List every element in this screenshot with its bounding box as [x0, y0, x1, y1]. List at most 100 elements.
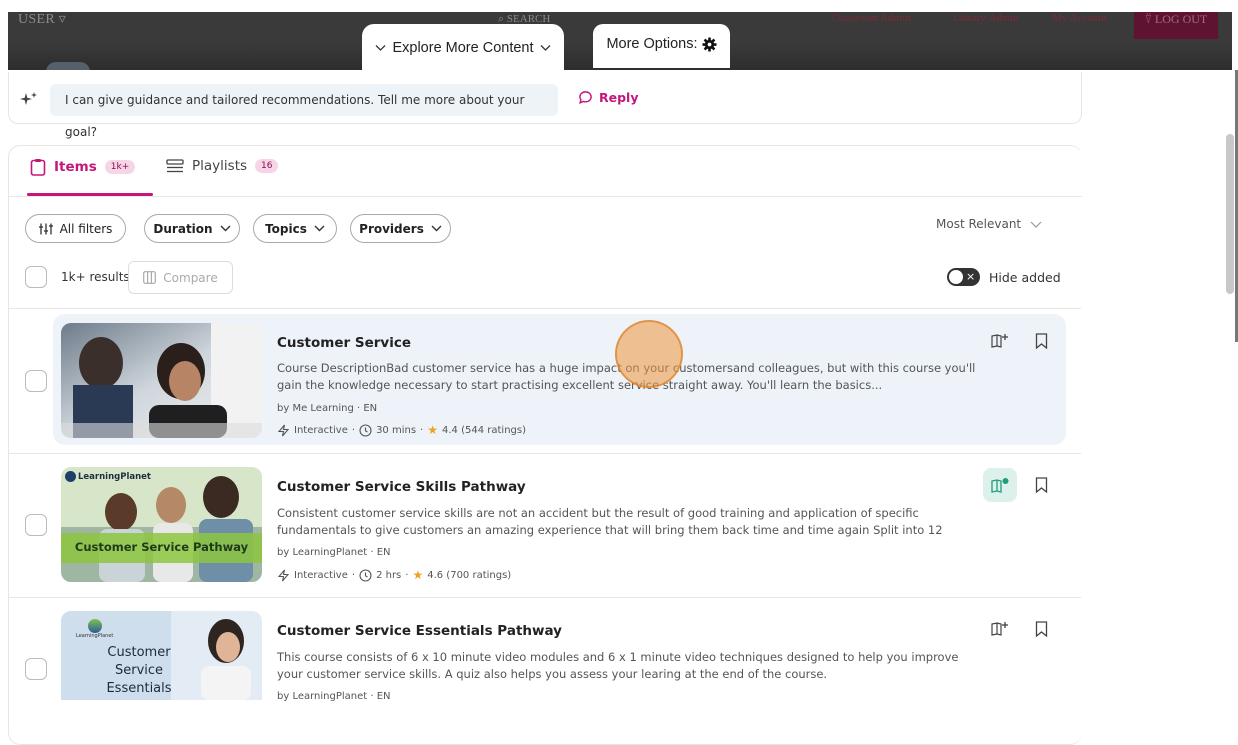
sort-label: Most Relevant	[936, 217, 1022, 231]
results-count: 1k+ results	[61, 270, 130, 284]
chevron-down-icon	[376, 45, 386, 51]
item-title[interactable]: Customer Service Essentials Pathway	[277, 623, 562, 639]
item-rating: 4.4 (544 ratings)	[442, 424, 526, 436]
bookmark-icon	[1035, 477, 1047, 493]
select-all-checkbox[interactable]	[25, 266, 47, 288]
lightning-icon	[277, 569, 290, 581]
item-checkbox[interactable]	[25, 370, 47, 392]
sparkle-icon	[20, 91, 38, 111]
thumbnail-caption-line: Customer	[107, 645, 171, 660]
classroom-admin-link[interactable]: Classroom Admin	[831, 12, 911, 24]
item-byline: by LearningPlanet · EN	[277, 691, 391, 702]
item-thumbnail[interactable]: LearningPlanet Customer Service Essentia…	[61, 611, 262, 700]
chevron-down-icon	[540, 45, 550, 51]
providers-filter[interactable]: Providers	[350, 214, 451, 243]
thumbnail-caption: Customer Service Essentials	[91, 644, 187, 698]
explore-more-content-label: Explore More Content	[392, 40, 534, 56]
item-checkbox[interactable]	[25, 658, 47, 680]
item-checkbox[interactable]	[25, 514, 47, 536]
close-icon: ×	[966, 270, 976, 283]
all-filters-label: All filters	[59, 221, 113, 236]
gear-icon	[702, 36, 717, 52]
item-thumbnail[interactable]	[61, 323, 262, 438]
speech-bubble-icon	[579, 91, 592, 104]
thumbnail-caption-line: Essentials	[106, 681, 172, 696]
list-icon	[166, 159, 184, 173]
reply-button[interactable]: Reply	[578, 90, 638, 105]
add-to-plan-button[interactable]	[983, 324, 1017, 358]
scrollbar-thumb[interactable]	[1226, 134, 1234, 294]
topics-filter-label: Topics	[265, 221, 307, 236]
divider	[8, 597, 1081, 598]
assistant-message: I can give guidance and tailored recomme…	[50, 84, 558, 139]
sort-dropdown[interactable]: Most Relevant	[936, 217, 1042, 231]
compare-label: Compare	[163, 270, 218, 285]
duration-filter-label: Duration	[153, 221, 213, 236]
bookmark-button[interactable]	[1024, 468, 1058, 502]
duration-filter[interactable]: Duration	[144, 214, 240, 243]
item-description: Consistent customer service skills are n…	[277, 506, 943, 541]
item-rating: 4.6 (700 ratings)	[427, 569, 512, 581]
separator: ·	[420, 424, 424, 436]
separator: ·	[351, 569, 356, 581]
bookmark-button[interactable]	[1024, 612, 1058, 646]
thumbnail-brand-text: LearningPlanet	[78, 471, 151, 482]
explore-more-content-tab[interactable]: Explore More Content	[362, 24, 564, 72]
item-duration: 30 mins	[376, 424, 417, 436]
library-admin-link[interactable]: Library Admin	[953, 12, 1019, 24]
tab-items-label: Items	[54, 159, 97, 175]
logout-button[interactable]: ⍢ LOG OUT	[1134, 12, 1218, 39]
hide-added-label: Hide added	[989, 270, 1061, 285]
hide-added-toggle[interactable]: ×	[947, 268, 980, 286]
thumbnail-brand: LearningPlanet	[76, 619, 113, 639]
tab-items[interactable]: Items 1k+	[30, 158, 136, 176]
logo	[46, 62, 90, 70]
bookmark-icon	[1035, 333, 1047, 349]
item-type: Interactive	[294, 424, 348, 436]
item-duration: 2 hrs	[376, 569, 402, 581]
item-title[interactable]: Customer Service	[277, 335, 411, 351]
lightning-icon	[277, 424, 290, 436]
bookmark-button[interactable]	[1024, 324, 1058, 358]
star-icon: ★	[427, 423, 438, 437]
providers-filter-label: Providers	[359, 221, 424, 236]
columns-icon	[143, 271, 157, 284]
added-to-plan-button[interactable]	[983, 468, 1017, 502]
chevron-down-icon	[1030, 221, 1042, 228]
more-options-tab[interactable]: More Options:	[593, 24, 730, 68]
item-byline: by LearningPlanet · EN	[277, 547, 391, 558]
clock-icon	[359, 423, 372, 437]
bookmark-icon	[1035, 621, 1047, 637]
sliders-icon	[38, 223, 53, 234]
topics-filter[interactable]: Topics	[253, 214, 337, 243]
item-byline: by Me Learning · EN	[277, 403, 378, 414]
thumbnail-brand-text: LearningPlanet	[76, 633, 114, 639]
item-thumbnail[interactable]: LearningPlanet Customer Service Pathway	[61, 467, 262, 582]
tab-playlists-label: Playlists	[192, 158, 248, 174]
user-menu[interactable]: USER ▿	[18, 12, 66, 28]
playlists-count-badge: 16	[255, 159, 279, 173]
my-account-link[interactable]: My Account	[1052, 12, 1107, 24]
thumbnail-brand: LearningPlanet	[65, 471, 151, 482]
globe-icon	[87, 619, 102, 633]
book-add-icon	[991, 334, 1008, 348]
chevron-down-icon	[314, 225, 325, 232]
tab-playlists[interactable]: Playlists 16	[166, 158, 279, 174]
separator: ·	[405, 569, 409, 581]
clipboard-icon	[30, 159, 46, 176]
compare-button[interactable]: Compare	[128, 261, 233, 294]
book-added-icon	[990, 477, 1008, 493]
book-add-icon	[991, 622, 1008, 636]
reply-label: Reply	[599, 90, 639, 105]
item-meta: Interactive · 2 hrs · ★ 4.6 (700 ratings…	[277, 568, 511, 582]
clock-icon	[359, 568, 372, 582]
item-meta: Interactive · 30 mins · ★ 4.4 (544 ratin…	[277, 423, 526, 437]
add-to-plan-button[interactable]	[983, 612, 1017, 646]
more-options-label: More Options:	[606, 36, 698, 52]
divider	[8, 308, 1081, 309]
star-icon: ★	[412, 568, 424, 582]
all-filters-button[interactable]: All filters	[25, 214, 126, 243]
chevron-down-icon	[431, 225, 442, 232]
item-title[interactable]: Customer Service Skills Pathway	[277, 479, 526, 495]
divider	[8, 453, 1081, 454]
